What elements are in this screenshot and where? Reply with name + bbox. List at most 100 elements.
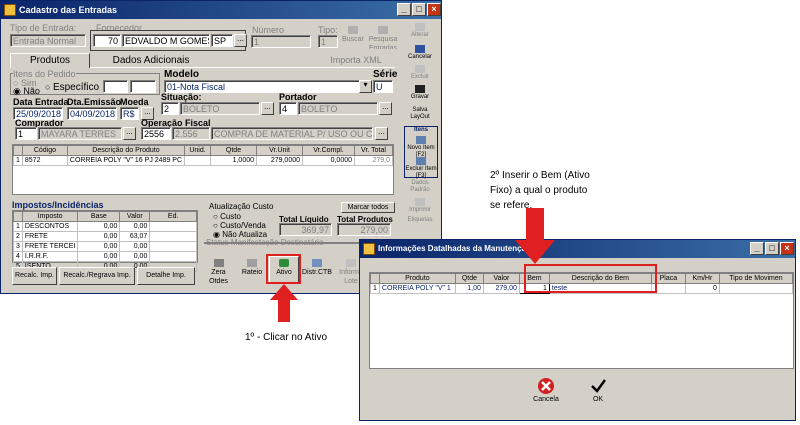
col-tipo-movimento[interactable]: Tipo de Movimen <box>718 273 794 284</box>
fornecedor-code-input[interactable]: 70 <box>93 34 121 47</box>
ok-button[interactable]: OK <box>582 374 614 407</box>
col-imposto[interactable]: Imposto <box>21 211 79 222</box>
cell: DESCONTOS <box>21 221 79 232</box>
situacao-lookup-button[interactable]: ... <box>261 102 274 115</box>
fornecedor-name-input[interactable]: EDVALDO M GOMES I <box>122 34 210 47</box>
tipo-input[interactable]: 1 <box>318 35 338 48</box>
maximize-button[interactable]: □ <box>412 3 426 16</box>
novo-item-button[interactable]: Novo Item [F2] <box>405 136 437 158</box>
dados-padrao-button[interactable]: Dados Padrão <box>404 180 436 198</box>
gravar-button[interactable]: Gravar <box>404 85 436 105</box>
etiquetas-button[interactable]: Etiquetas <box>404 217 436 235</box>
salva-layout-label: Salva LayOut <box>410 107 430 120</box>
dialog-minimize-button[interactable]: _ <box>750 242 764 255</box>
pesquisa-entradas-button[interactable]: Pesquisa Entradas <box>367 25 399 50</box>
cancelar-button[interactable]: Cancelar <box>404 45 436 65</box>
recalc-regrava-button[interactable]: Recalc./Regrava Imp. <box>59 267 135 285</box>
tab-dados-adicionais[interactable]: Dados Adicionais <box>101 54 201 67</box>
col-ed[interactable]: Ed. <box>149 211 197 222</box>
impostos-table[interactable]: Imposto Base Valor Ed. 1 DESCONTOS 0,00 0,0… <box>12 210 198 272</box>
col-codigo[interactable]: Código <box>21 145 68 156</box>
dados-padrao-label: Dados Padrão <box>410 180 430 193</box>
marcar-todos-button[interactable]: Marcar todos <box>341 202 395 213</box>
excluir-item-button[interactable]: Excluir Item [F3] <box>405 157 437 179</box>
radio-nao-label: Não <box>23 86 40 96</box>
moeda-input[interactable]: R$ <box>120 107 139 120</box>
cell: 0 <box>684 283 720 294</box>
col-km-hr[interactable]: Km/Hr <box>684 273 720 284</box>
fornecedor-lookup-button[interactable]: ... <box>234 34 247 47</box>
dialog-close-button[interactable]: × <box>780 242 794 255</box>
imprimir-button[interactable]: Imprimir <box>404 198 436 216</box>
radio-custo[interactable]: ○ Custo <box>213 212 241 221</box>
salva-layout-button[interactable]: Salva LayOut <box>404 107 436 125</box>
radio-custo-venda[interactable]: ○ Custo/Venda <box>213 221 266 230</box>
excluir-button[interactable]: Excluir <box>404 65 436 85</box>
col-valor[interactable]: Valor <box>119 211 151 222</box>
tab-produtos[interactable]: Produtos <box>10 53 90 68</box>
col-qtde[interactable]: Qtde <box>210 145 258 156</box>
recalc-imp-button[interactable]: Recalc. Imp. <box>12 267 57 285</box>
down-arrow-shape <box>515 208 555 264</box>
operacao-desc-input: COMPRA DE MATERIAL P/ USO OU CONS <box>211 127 373 140</box>
col-vr-unit[interactable]: Vr.Unit <box>256 145 304 156</box>
step1-annotation: 1º - Clicar no Ativo <box>245 332 328 343</box>
cell: 1 <box>13 221 23 232</box>
dialog-maximize-button[interactable]: □ <box>765 242 779 255</box>
col-vr-compl[interactable]: Vr.Compl. <box>302 145 356 156</box>
alterar-button[interactable]: Alterar <box>404 23 436 45</box>
serie-label: Série <box>373 69 398 80</box>
table-row[interactable]: 1 DESCONTOS 0,00 0,00 <box>13 221 197 232</box>
col-valor[interactable]: Valor <box>482 273 520 284</box>
operacao-code-input[interactable]: 2556 <box>141 127 171 140</box>
col-base[interactable]: Base <box>77 211 121 222</box>
excluir-item-label: Excluir Item [F3] <box>405 166 437 179</box>
comprador-code-input[interactable]: 1 <box>15 127 37 140</box>
delete-item-icon <box>416 157 426 165</box>
distr-ctb-button[interactable]: Distr.CTB <box>301 256 333 284</box>
col-qtde[interactable]: Qtde <box>454 273 484 284</box>
modelo-label: Modelo <box>164 69 199 80</box>
edit-icon <box>415 23 425 31</box>
portador-code-input[interactable]: 4 <box>279 102 297 115</box>
radio-especifico[interactable]: ○ Específico <box>45 82 99 93</box>
col-vr-total[interactable]: Vr. Total <box>354 145 393 156</box>
numero-input[interactable]: 1 <box>251 35 311 48</box>
comprador-lookup-button[interactable]: ... <box>123 127 136 140</box>
buscar-button[interactable]: Buscar <box>341 25 365 50</box>
split-icon <box>247 259 257 267</box>
table-row[interactable]: 2 FRETE 0,00 63,07 <box>13 231 197 242</box>
zera-qtdes-label: Zera Qtdes <box>209 269 228 284</box>
table-row[interactable]: 3 FRETE TERCEI 0,00 0,00 <box>13 241 197 252</box>
operacao-lookup-button[interactable]: ... <box>375 127 388 140</box>
portador-lookup-button[interactable]: ... <box>379 102 392 115</box>
tab-importa-xml[interactable]: Importa XML <box>321 54 391 67</box>
detalhe-imp-button[interactable]: Detalhe Imp. <box>137 267 195 285</box>
zera-qtdes-button[interactable]: Zera Qtdes <box>204 256 233 284</box>
cell: FRETE TERCEI <box>21 241 79 252</box>
table-row[interactable]: 1 8572 CORREIA POLY "V" 16 PJ 2489 PC 1,… <box>13 155 393 166</box>
items-table[interactable]: Código Descrição do Produto Unid. Qtde V… <box>12 144 394 195</box>
fornecedor-uf-input[interactable]: SP <box>211 34 233 47</box>
minimize-button[interactable]: _ <box>397 3 411 16</box>
table-row[interactable]: 4 I.R.R.F. 0,00 0,00 <box>13 251 197 262</box>
cell: FRETE <box>21 231 79 242</box>
dta-emissao-input[interactable]: 04/09/2018 <box>67 107 117 120</box>
especifico-input-2[interactable] <box>130 80 156 93</box>
binoculars-icon <box>378 26 388 34</box>
radio-nao[interactable]: ◉ Não <box>13 86 40 97</box>
modelo-value: 01-Nota Fiscal <box>167 82 226 92</box>
serie-input[interactable]: U <box>373 80 393 93</box>
rateio-button[interactable]: Rateio <box>237 256 267 284</box>
col-descricao[interactable]: Descrição do Produto <box>66 145 186 156</box>
cancela-button[interactable]: Cancela <box>530 374 562 407</box>
close-button[interactable]: × <box>427 3 441 16</box>
tipo-entrada-select[interactable]: Entrada Normal <box>10 34 86 47</box>
situacao-code-input[interactable]: 2 <box>161 102 179 115</box>
col-unid[interactable]: Unid. <box>184 145 212 156</box>
especifico-input-1[interactable] <box>103 80 128 93</box>
chevron-down-icon[interactable]: ▾ <box>359 80 372 93</box>
col-produto[interactable]: Produto <box>378 273 456 284</box>
cell: 0,00 <box>119 221 151 232</box>
comprador-name-input: MAYARA TERRES <box>38 127 122 140</box>
